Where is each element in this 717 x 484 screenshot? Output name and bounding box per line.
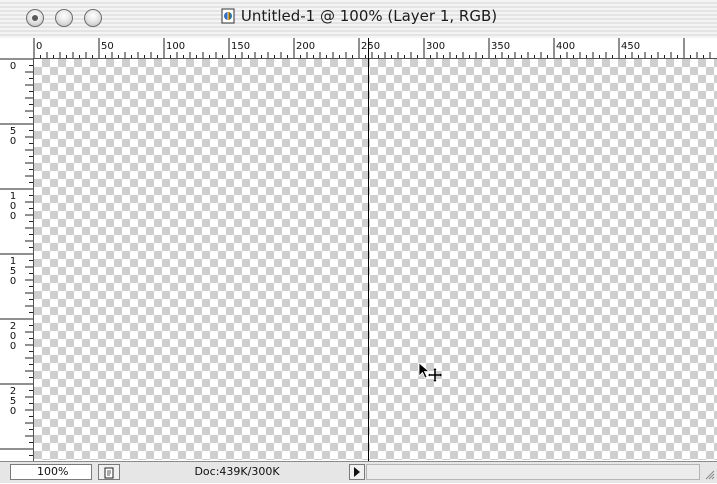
status-bar: 100% Doc:439K/300K <box>0 461 717 483</box>
ruler-label: 250 <box>10 386 16 417</box>
ruler-label: 150 <box>231 41 250 52</box>
ruler-label: 50 <box>101 41 114 52</box>
resize-grip-icon[interactable] <box>702 464 716 481</box>
photoshop-document-window: Untitled-1 @ 100% (Layer 1, RGB) 0 50 100 1… <box>0 0 717 483</box>
title-wrap: Untitled-1 @ 100% (Layer 1, RGB) <box>0 6 717 28</box>
horizontal-scrollbar[interactable] <box>366 464 700 480</box>
page-icon <box>104 467 114 479</box>
ruler-label: 100 <box>10 191 16 222</box>
window-title: Untitled-1 @ 100% (Layer 1, RGB) <box>240 7 498 25</box>
move-tool-cursor-icon <box>418 362 442 382</box>
vertical-ruler[interactable]: 0 5 0 1 0 0 1 5 0 2 0 0 2 5 0 <box>0 58 34 461</box>
document-size-info: Doc:439K/300K <box>194 465 280 478</box>
ruler-label: 200 <box>296 41 315 52</box>
transparent-canvas[interactable] <box>34 59 717 460</box>
ruler-label: 0 <box>36 41 42 52</box>
zoom-field[interactable]: 100% <box>10 464 92 480</box>
ruler-label: 150 <box>10 256 16 287</box>
title-bar[interactable]: Untitled-1 @ 100% (Layer 1, RGB) <box>0 0 717 39</box>
triangle-right-icon <box>354 467 360 477</box>
ruler-label: 250 <box>361 41 380 52</box>
ruler-label: 50 <box>10 126 16 147</box>
ruler-label: 200 <box>10 321 16 352</box>
horizontal-ruler[interactable]: 0 50 100 150 200 250 300 350 400 450 <box>0 38 717 59</box>
ruler-label: 100 <box>166 41 185 52</box>
ruler-label: 400 <box>556 41 575 52</box>
ruler-label: 350 <box>491 41 510 52</box>
vertical-guide[interactable] <box>368 38 369 461</box>
document-info-button[interactable] <box>98 464 120 480</box>
status-menu-button[interactable] <box>349 464 365 480</box>
ruler-label: 300 <box>426 41 445 52</box>
ruler-label: 450 <box>621 41 640 52</box>
document-icon <box>221 8 235 24</box>
ruler-label: 0 <box>10 61 16 72</box>
